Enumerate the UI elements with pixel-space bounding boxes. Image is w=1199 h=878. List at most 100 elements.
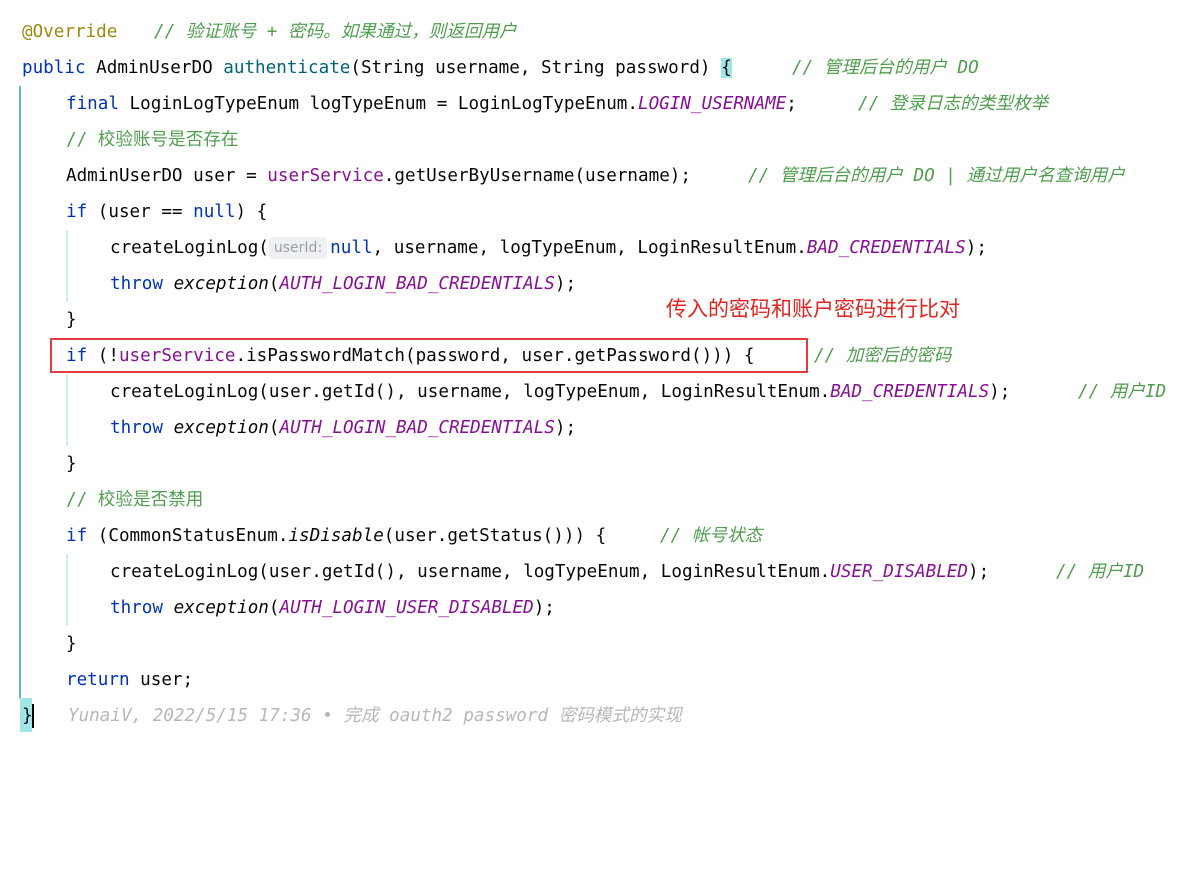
comment: // 校验账号是否存在 bbox=[66, 130, 239, 150]
code-text: LoginLogTypeEnum logTypeEnum = LoginLogT… bbox=[118, 94, 638, 114]
statement: createLoginLog(user.getId(), username, l… bbox=[110, 554, 989, 590]
code-line-1[interactable]: @Override // 验证账号 + 密码。如果通过，则返回用户 bbox=[0, 14, 517, 50]
code-text: ( bbox=[268, 598, 280, 618]
parameters: (String username, String password) bbox=[350, 58, 722, 78]
method-exception: exception bbox=[173, 274, 269, 294]
statement: throw exception(AUTH_LOGIN_BAD_CREDENTIA… bbox=[110, 266, 576, 302]
code-line-17[interactable]: throw exception(AUTH_LOGIN_USER_DISABLED… bbox=[0, 590, 555, 626]
statement: return user; bbox=[66, 662, 193, 698]
git-blame-annotation: YunaiV, 2022/5/15 17:36 • 完成 oauth2 pass… bbox=[68, 706, 682, 726]
code-line-14[interactable]: // 校验是否禁用 bbox=[0, 482, 203, 518]
comment: // 用户ID bbox=[1078, 382, 1167, 402]
closing-brace: } bbox=[66, 310, 77, 330]
comment: // 加密后的密码 bbox=[814, 346, 952, 366]
parameter-hint: userId: bbox=[268, 237, 328, 259]
code-text: ); bbox=[967, 562, 990, 582]
code-text: ) { bbox=[235, 202, 268, 222]
comment: // 验证账号 + 密码。如果通过，则返回用户 bbox=[154, 22, 517, 42]
code-text: (user == bbox=[87, 202, 194, 222]
field-userService: userService bbox=[267, 166, 384, 186]
comment: // 帐号状态 bbox=[660, 526, 763, 546]
code-text: (user.getStatus())) { bbox=[383, 526, 607, 546]
code-text: ); bbox=[989, 382, 1011, 402]
code-line-3[interactable]: final LoginLogTypeEnum logTypeEnum = Log… bbox=[0, 86, 1048, 122]
code-line-15[interactable]: if (CommonStatusEnum.isDisable(user.getS… bbox=[0, 518, 762, 554]
keyword-throw: throw bbox=[110, 274, 163, 294]
closing-brace: } bbox=[66, 634, 77, 654]
code-line-7[interactable]: createLoginLog(userId: null, username, lo… bbox=[0, 230, 987, 266]
keyword-if: if bbox=[66, 202, 88, 222]
code-line-6[interactable]: if (user == null) { bbox=[0, 194, 267, 230]
highlight-box bbox=[50, 338, 808, 373]
keyword-if: if bbox=[66, 526, 88, 546]
enum-constant: BAD_CREDENTIALS bbox=[830, 382, 990, 402]
statement: final LoginLogTypeEnum logTypeEnum = Log… bbox=[66, 86, 797, 122]
enum-constant: LOGIN_USERNAME bbox=[638, 94, 787, 114]
keyword-throw: throw bbox=[110, 418, 163, 438]
code-line-18[interactable]: } bbox=[0, 626, 77, 662]
keyword-final: final bbox=[66, 94, 119, 114]
enum-constant: USER_DISABLED bbox=[830, 562, 968, 582]
code-line-12[interactable]: throw exception(AUTH_LOGIN_BAD_CREDENTIA… bbox=[0, 410, 576, 446]
code-text: ); bbox=[554, 418, 577, 438]
code-line-4[interactable]: // 校验账号是否存在 bbox=[0, 122, 239, 158]
override-annotation: @Override bbox=[22, 22, 118, 42]
code-text: ); bbox=[533, 598, 555, 618]
code-line-9[interactable]: } bbox=[0, 302, 77, 338]
code-line-5[interactable]: AdminUserDO user = userService.getUserBy… bbox=[0, 158, 1125, 194]
keyword-null: null bbox=[193, 202, 236, 222]
code-line-13[interactable]: } bbox=[0, 446, 77, 482]
code-text: createLoginLog(user.getId(), username, l… bbox=[110, 562, 831, 582]
code-line-19[interactable]: return user; bbox=[0, 662, 193, 698]
code-text: ); bbox=[965, 238, 987, 258]
closing-brace: } bbox=[66, 454, 77, 474]
method-isDisable: isDisable bbox=[288, 526, 384, 546]
return-type: AdminUserDO bbox=[85, 58, 224, 78]
comment: // 管理后台的用户 DO | 通过用户名查询用户 bbox=[748, 166, 1125, 186]
matched-brace: { bbox=[721, 58, 732, 78]
text-cursor bbox=[32, 704, 34, 728]
statement: createLoginLog(userId: null, username, lo… bbox=[110, 230, 987, 266]
code-text: , username, logTypeEnum, LoginResultEnum… bbox=[372, 238, 807, 258]
code-text: ); bbox=[554, 274, 577, 294]
code-line-2[interactable]: public AdminUserDO authenticate(String u… bbox=[0, 50, 979, 86]
code-text: user; bbox=[129, 670, 194, 690]
statement: throw exception(AUTH_LOGIN_BAD_CREDENTIA… bbox=[110, 410, 576, 446]
method-signature: public AdminUserDO authenticate(String u… bbox=[22, 50, 732, 86]
comment: // 校验是否禁用 bbox=[66, 490, 204, 510]
code-line-8[interactable]: throw exception(AUTH_LOGIN_BAD_CREDENTIA… bbox=[0, 266, 576, 302]
statement: createLoginLog(user.getId(), username, l… bbox=[110, 374, 1010, 410]
code-line-16[interactable]: createLoginLog(user.getId(), username, l… bbox=[0, 554, 1144, 590]
enum-constant: BAD_CREDENTIALS bbox=[806, 238, 966, 258]
annotation-note: 传入的密码和账户密码进行比对 bbox=[666, 297, 960, 321]
statement: AdminUserDO user = userService.getUserBy… bbox=[66, 158, 691, 194]
comment: // 管理后台的用户 DO bbox=[792, 58, 979, 78]
statement: throw exception(AUTH_LOGIN_USER_DISABLED… bbox=[110, 590, 555, 626]
statement: if (user == null) { bbox=[66, 194, 267, 230]
code-text: createLoginLog( bbox=[110, 238, 269, 258]
indent-guide-if-1 bbox=[66, 230, 68, 302]
error-constant: AUTH_LOGIN_BAD_CREDENTIALS bbox=[279, 418, 555, 438]
statement: if (CommonStatusEnum.isDisable(user.getS… bbox=[66, 518, 606, 554]
method-closing-brace: } bbox=[22, 706, 33, 726]
method-exception: exception bbox=[173, 598, 269, 618]
indent-guide-if-3 bbox=[66, 554, 68, 626]
comment: // 用户ID bbox=[1056, 562, 1145, 582]
code-text: (CommonStatusEnum. bbox=[87, 526, 289, 546]
code-line-10[interactable]: if (!userService.isPasswordMatch(passwor… bbox=[0, 338, 951, 374]
code-text: ( bbox=[268, 418, 280, 438]
keyword-return: return bbox=[66, 670, 130, 690]
indent-guide-if-2 bbox=[66, 374, 68, 446]
code-text: createLoginLog(user.getId(), username, l… bbox=[110, 382, 831, 402]
code-text: ; bbox=[786, 94, 797, 114]
code-line-11[interactable]: createLoginLog(user.getId(), username, l… bbox=[0, 374, 1166, 410]
code-text: AdminUserDO user = bbox=[66, 166, 268, 186]
comment: // 登录日志的类型枚举 bbox=[858, 94, 1049, 114]
code-editor[interactable]: @Override // 验证账号 + 密码。如果通过，则返回用户 public… bbox=[0, 0, 1199, 732]
keyword-public: public bbox=[22, 58, 86, 78]
code-text: .getUserByUsername(username); bbox=[383, 166, 691, 186]
keyword-null: null bbox=[330, 238, 373, 258]
code-line-20[interactable]: } YunaiV, 2022/5/15 17:36 • 完成 oauth2 pa… bbox=[0, 698, 682, 734]
keyword-throw: throw bbox=[110, 598, 163, 618]
method-exception: exception bbox=[173, 418, 269, 438]
